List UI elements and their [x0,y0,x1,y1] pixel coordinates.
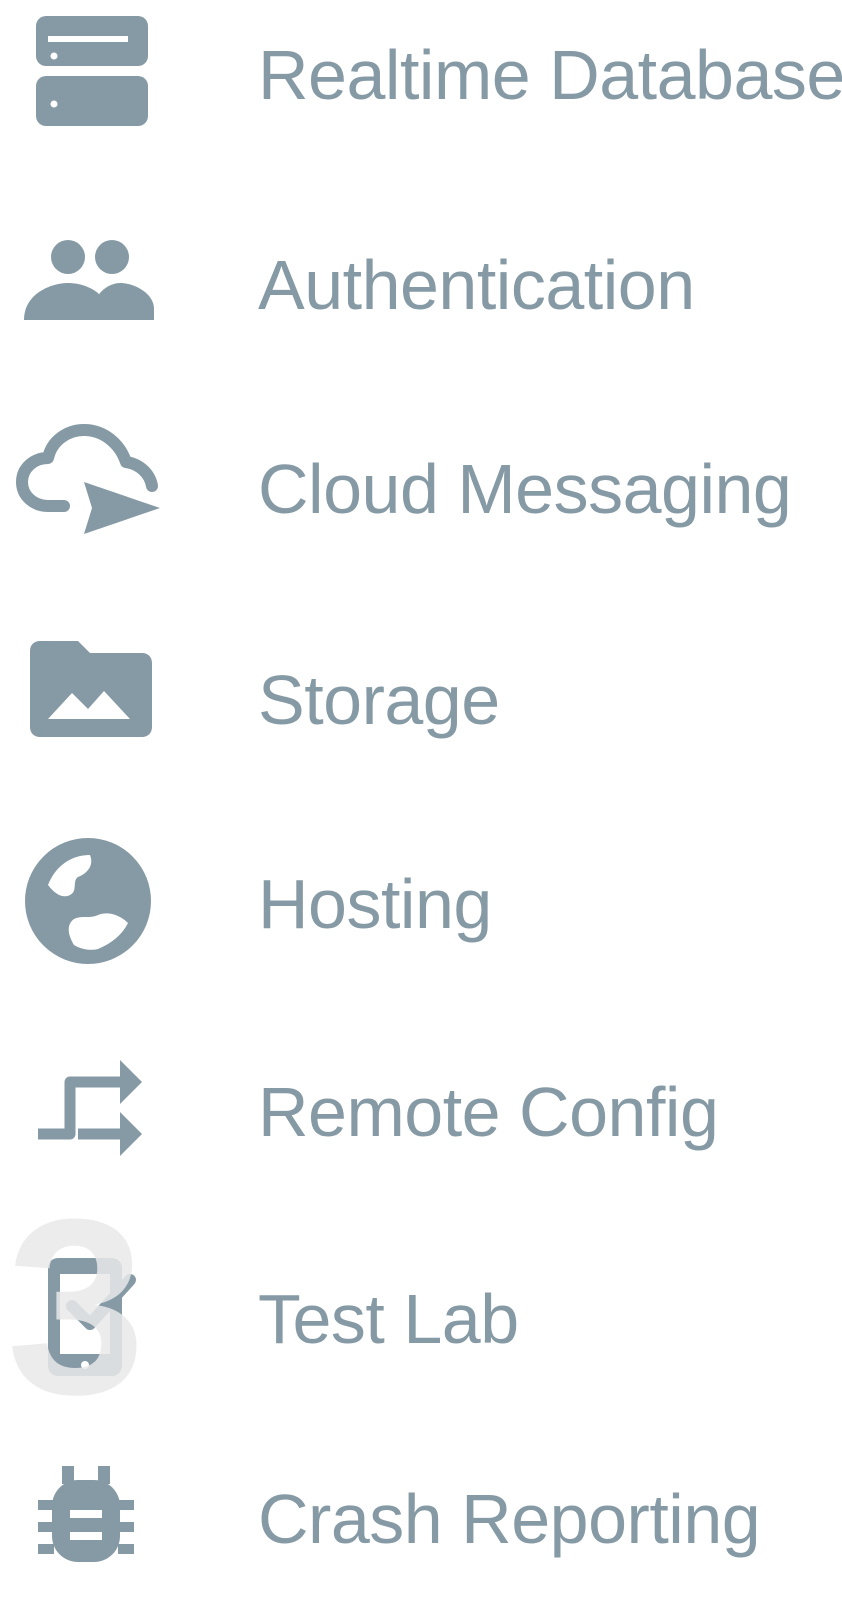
sidebar-item-label: Realtime Database [258,36,842,114]
sidebar-item-hosting[interactable]: Hosting [0,825,842,995]
database-icon [8,0,168,150]
phone-check-icon [8,1240,168,1390]
folder-image-icon [8,615,168,765]
sidebar-item-realtime-database[interactable]: Realtime Database [0,0,842,170]
sidebar-item-label: Cloud Messaging [258,450,792,528]
sidebar-item-test-lab[interactable]: Test Lab [0,1240,842,1410]
sidebar-item-remote-config[interactable]: Remote Config [0,1030,842,1200]
sidebar-item-label: Crash Reporting [258,1480,761,1558]
sidebar-item-label: Authentication [258,246,695,324]
sidebar-item-label: Hosting [258,865,492,943]
sidebar-item-label: Remote Config [258,1073,719,1151]
sidebar-item-cloud-messaging[interactable]: Cloud Messaging [0,410,842,580]
sidebar-item-label: Storage [258,661,500,739]
sidebar-item-label: Test Lab [258,1280,519,1358]
sidebar-item-authentication[interactable]: Authentication [0,205,842,375]
bug-icon [8,1440,168,1590]
globe-icon [8,825,168,975]
sidebar-item-storage[interactable]: Storage [0,615,842,785]
swap-arrows-icon [8,1030,168,1180]
people-icon [8,205,168,355]
sidebar-item-crash-reporting[interactable]: Crash Reporting [0,1440,842,1610]
cloud-send-icon [8,410,168,560]
sidebar-nav: Realtime Database Authentication Cloud M… [0,0,842,1563]
